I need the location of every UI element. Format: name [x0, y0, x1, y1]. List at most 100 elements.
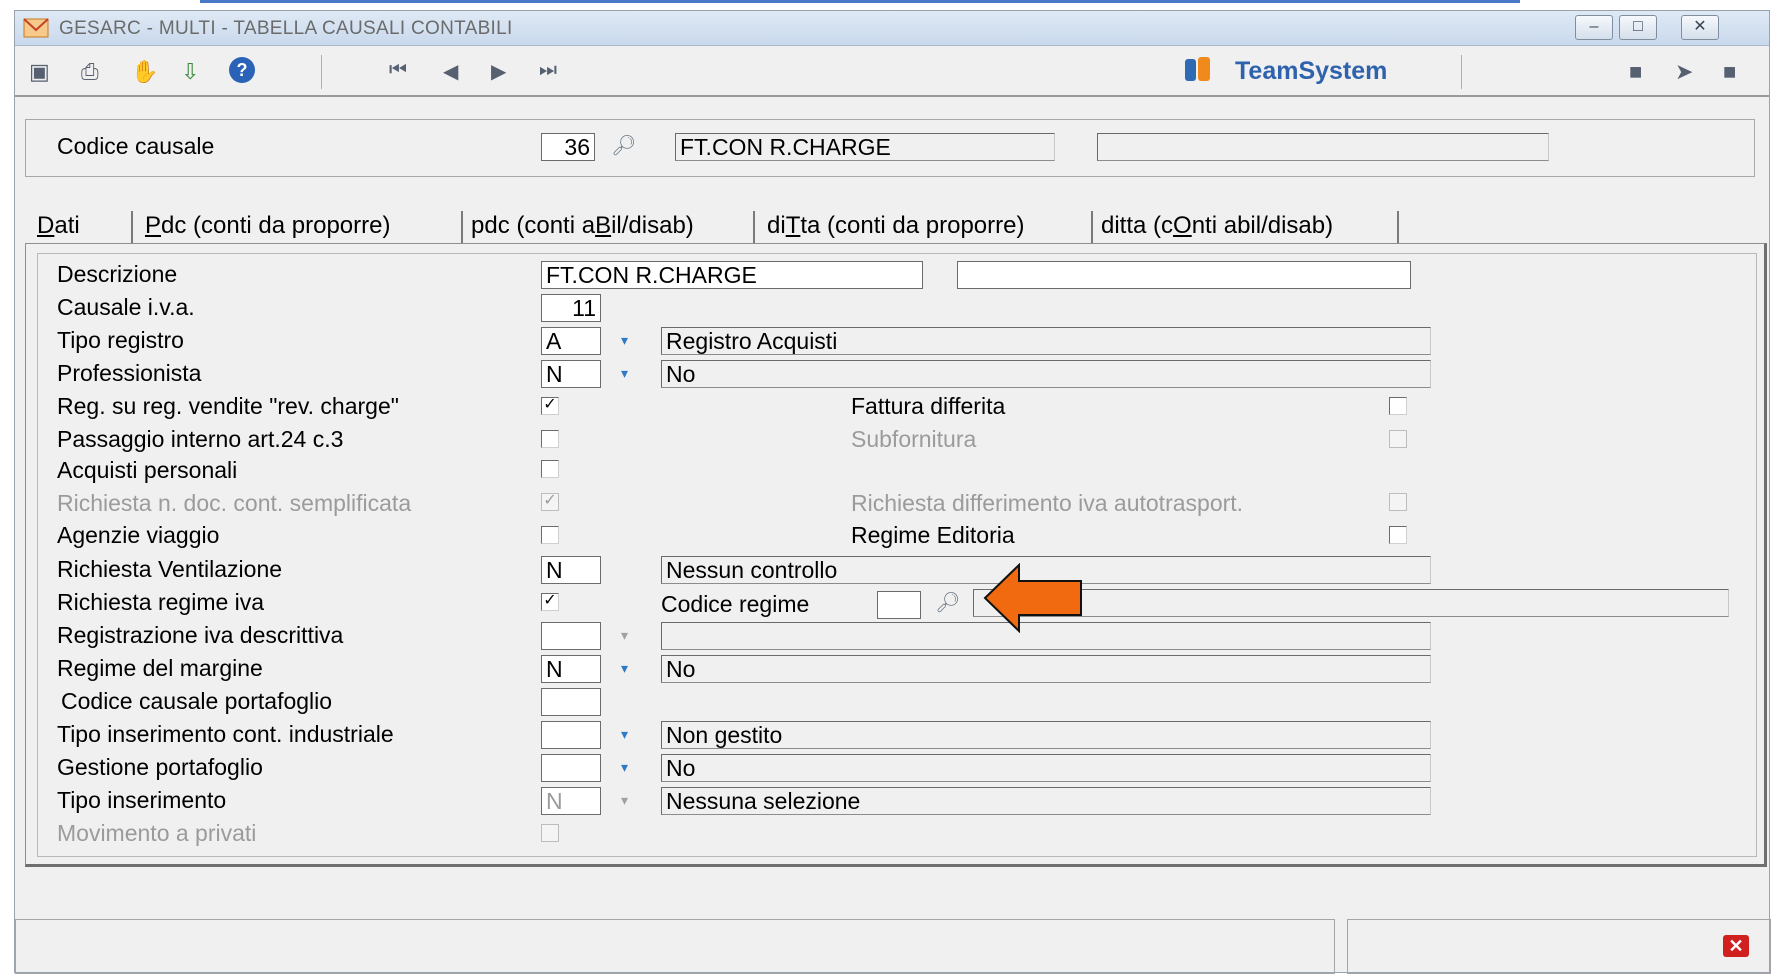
tab-divider: [1091, 211, 1093, 243]
help-icon[interactable]: ?: [229, 57, 255, 83]
causale-portafoglio-field[interactable]: [541, 688, 601, 716]
ventilazione-label: Richiesta Ventilazione: [57, 556, 283, 582]
first-record-icon[interactable]: ⏮: [389, 59, 407, 82]
differimento-iva-label: Richiesta differimento iva autotrasport.: [851, 490, 1244, 516]
regime-margine-code-field[interactable]: N: [541, 655, 601, 683]
tipo-registro-label: Tipo registro: [57, 327, 184, 353]
tab-pdc-proporre[interactable]: Pdc (conti da proporre): [145, 209, 390, 243]
lookup-icon[interactable]: 🔎︎: [611, 133, 636, 158]
tipo-registro-code-field[interactable]: A: [541, 327, 601, 355]
regime-iva-label: Richiesta regime iva: [57, 589, 265, 615]
annotation-arrow-icon: [983, 563, 1082, 633]
toolbar-separator-right: [1461, 55, 1462, 89]
richiesta-doc-checkbox: ✓: [541, 493, 559, 511]
tab-ditta-proporre[interactable]: diTta (conti da proporre): [767, 209, 1024, 243]
gestione-portafoglio-label: Gestione portafoglio: [57, 754, 263, 780]
reg-vendite-label: Reg. su reg. vendite "rev. charge": [57, 393, 399, 419]
passaggio-interno-label: Passaggio interno art.24 c.3: [57, 426, 344, 452]
causale-iva-field[interactable]: 11: [541, 294, 601, 322]
app-envelope-icon: [23, 18, 49, 38]
folder-icon[interactable]: ■: [1629, 59, 1642, 85]
fattura-differita-label: Fattura differita: [851, 393, 1006, 419]
code-label: Codice causale: [57, 133, 215, 159]
differimento-iva-checkbox: [1389, 493, 1407, 511]
tab-divider: [753, 211, 755, 243]
movimento-privati-checkbox: [541, 824, 559, 842]
brand-name: TeamSystem: [1235, 57, 1388, 85]
tipo-inserimento-label: Tipo inserimento: [57, 787, 227, 813]
toolbar: ▣ ⎙ ✋ ⇩ ? ⏮ ◀ ▶ ⏭ TeamSystem ■ ➤ ■: [15, 45, 1769, 97]
regime-margine-label: Regime del margine: [57, 655, 263, 681]
professionista-text-field: No: [661, 360, 1431, 388]
iva-descrittiva-code-field[interactable]: [541, 622, 601, 650]
codice-regime-field[interactable]: [877, 591, 921, 619]
tipo-inserimento-text-field: Nessuna selezione: [661, 787, 1431, 815]
regime-editoria-label: Regime Editoria: [851, 522, 1015, 548]
record-icon[interactable]: ▣: [29, 59, 50, 85]
gestione-portafoglio-text-field: No: [661, 754, 1431, 782]
tab-ditta-abil[interactable]: ditta (cOnti abil/disab): [1101, 209, 1333, 243]
subfornitura-label: Subfornitura: [851, 426, 977, 452]
cont-industriale-code-field[interactable]: [541, 721, 601, 749]
code-field[interactable]: 36: [541, 133, 595, 161]
descrizione-extra-field[interactable]: [957, 261, 1411, 289]
minimize-button[interactable]: –: [1575, 15, 1613, 40]
capture-top-line: [200, 0, 1520, 3]
acquisti-personali-label: Acquisti personali: [57, 457, 238, 483]
chevron-down-icon[interactable]: ▾: [621, 661, 635, 675]
maximize-button[interactable]: □: [1619, 15, 1657, 40]
window-title: GESARC - MULTI - TABELLA CAUSALI CONTABI…: [59, 18, 513, 39]
causale-iva-label: Causale i.v.a.: [57, 294, 195, 320]
tab-dati[interactable]: Dati: [37, 209, 80, 243]
code-description-field: FT.CON R.CHARGE: [675, 133, 1055, 161]
regime-editoria-checkbox[interactable]: [1389, 526, 1407, 544]
cont-industriale-label: Tipo inserimento cont. industriale: [57, 721, 394, 747]
last-record-icon[interactable]: ⏭: [539, 59, 557, 82]
tipo-inserimento-code-field: N: [541, 787, 601, 815]
toolbar-separator: [321, 55, 322, 89]
professionista-code-field[interactable]: N: [541, 360, 601, 388]
iva-descrittiva-label: Registrazione iva descrittiva: [57, 622, 344, 648]
chevron-down-icon: ▾: [621, 792, 629, 808]
save-icon[interactable]: ■: [1723, 59, 1736, 85]
professionista-label: Professionista: [57, 360, 202, 386]
subfornitura-checkbox: [1389, 430, 1407, 448]
agenzie-viaggio-checkbox[interactable]: [541, 526, 559, 544]
tab-pdc-abil[interactable]: pdc (conti aBil/disab): [471, 209, 694, 243]
fattura-differita-checkbox[interactable]: [1389, 397, 1407, 415]
tipo-registro-text-field: Registro Acquisti: [661, 327, 1431, 355]
chevron-down-icon[interactable]: ▾: [621, 760, 635, 774]
title-bar: GESARC - MULTI - TABELLA CAUSALI CONTABI…: [15, 11, 1769, 46]
ventilazione-code-field[interactable]: N: [541, 556, 601, 584]
print-icon[interactable]: ⎙: [81, 59, 99, 85]
lookup-icon[interactable]: 🔎︎: [935, 590, 960, 615]
codice-regime-text-field: [973, 589, 1729, 617]
tab-divider: [1397, 211, 1399, 243]
acquisti-personali-checkbox[interactable]: [541, 460, 559, 478]
passaggio-interno-checkbox[interactable]: [541, 430, 559, 448]
close-button[interactable]: ✕: [1681, 15, 1719, 40]
chevron-down-icon[interactable]: ▾: [621, 333, 635, 347]
previous-record-icon[interactable]: ◀: [443, 59, 458, 84]
cont-industriale-text-field: Non gestito: [661, 721, 1431, 749]
chevron-down-icon: ▾: [621, 627, 629, 643]
codice-regime-label: Codice regime: [661, 591, 810, 617]
tab-divider: [131, 211, 133, 243]
descrizione-field[interactable]: FT.CON R.CHARGE: [541, 261, 923, 289]
forward-icon[interactable]: ➤: [1675, 59, 1693, 85]
reg-vendite-checkbox[interactable]: ✓: [541, 397, 559, 415]
tab-divider: [461, 211, 463, 243]
movimento-privati-label: Movimento a privati: [57, 820, 257, 846]
regime-margine-text-field: No: [661, 655, 1431, 683]
export-icon[interactable]: ⇩: [181, 59, 199, 85]
exit-icon[interactable]: ✕: [1723, 935, 1749, 957]
code-extra-field: [1097, 133, 1549, 161]
next-record-icon[interactable]: ▶: [491, 59, 506, 84]
regime-iva-checkbox[interactable]: ✓: [541, 593, 559, 611]
richiesta-doc-label: Richiesta n. doc. cont. semplificata: [57, 490, 412, 516]
gestione-portafoglio-code-field[interactable]: [541, 754, 601, 782]
chevron-down-icon[interactable]: ▾: [621, 727, 635, 741]
hand-icon[interactable]: ✋: [131, 59, 158, 85]
status-bar-left: [15, 919, 1335, 974]
chevron-down-icon[interactable]: ▾: [621, 366, 635, 380]
